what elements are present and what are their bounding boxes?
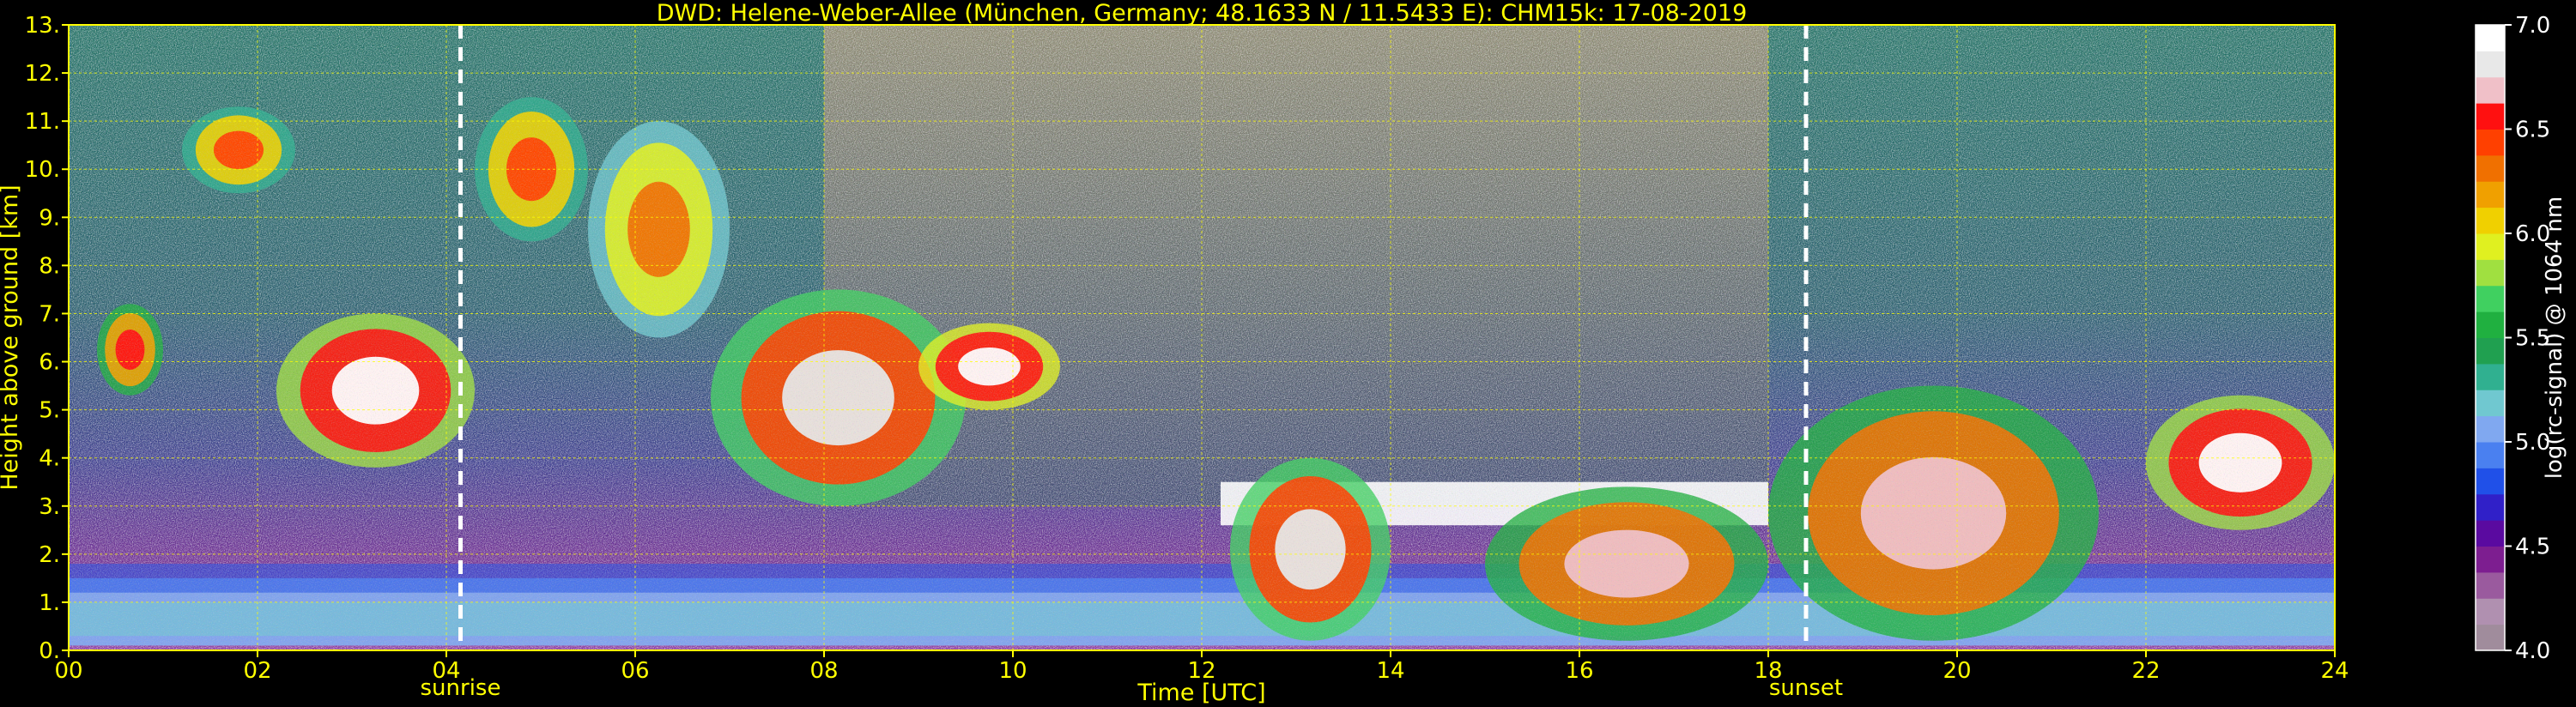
y-tick-label: 4. xyxy=(39,446,60,472)
colorbar-segment xyxy=(2476,546,2505,573)
x-tick-label: 10 xyxy=(998,658,1027,684)
x-tick-label: 16 xyxy=(1565,658,1593,684)
y-tick-label: 13. xyxy=(25,13,60,39)
colorbar-segment xyxy=(2476,598,2505,625)
colorbar-segment xyxy=(2476,207,2505,234)
colorbar-segment xyxy=(2476,337,2505,365)
colorbar-segment xyxy=(2476,624,2505,651)
colorbar-segment xyxy=(2476,285,2505,312)
colorbar-segment xyxy=(2476,51,2505,78)
colorbar-label: log(rc-signal) @ 1064 nm xyxy=(2542,196,2567,479)
colorbar-segment xyxy=(2476,571,2505,599)
colorbar-tick-label: 7.0 xyxy=(2515,13,2550,39)
y-tick-label: 5. xyxy=(39,398,60,424)
y-axis: 0. 1. 2. 3. 4. 5. 6. 7. 8. 9. 10. 11. 12. 13. xyxy=(25,13,69,664)
x-tick-label: 20 xyxy=(1943,658,1971,684)
y-tick-label: 10. xyxy=(25,157,60,183)
colorbar: 4.04.55.05.56.06.57.0 xyxy=(2475,13,2550,664)
colorbar-segment xyxy=(2476,25,2505,51)
colorbar-segment xyxy=(2476,390,2505,417)
colorbar-segment xyxy=(2476,181,2505,208)
colorbar-segment xyxy=(2476,103,2505,130)
x-axis-label: Time [UTC] xyxy=(1136,680,1265,706)
colorbar-tick-label: 4.5 xyxy=(2515,535,2550,560)
colorbar-segment xyxy=(2476,493,2505,521)
x-tick-label: 22 xyxy=(2131,658,2160,684)
colorbar-segment xyxy=(2476,415,2505,443)
x-tick-label: 06 xyxy=(621,658,649,684)
y-tick-label: 11. xyxy=(25,109,60,135)
x-tick-label: 02 xyxy=(243,658,271,684)
x-tick-label: 18 xyxy=(1754,658,1782,684)
y-tick-label: 9. xyxy=(39,205,60,231)
chart-title: DWD: Helene-Weber-Allee (München, German… xyxy=(657,0,1748,27)
lidar-chart: DWD: Helene-Weber-Allee (München, German… xyxy=(0,0,2567,706)
y-tick-label: 1. xyxy=(39,590,60,616)
y-tick-label: 3. xyxy=(39,494,60,520)
y-axis-label: Height above ground [km] xyxy=(0,184,23,490)
y-tick-label: 2. xyxy=(39,542,60,568)
colorbar-segment xyxy=(2476,363,2505,390)
colorbar-segment xyxy=(2476,233,2505,260)
y-tick-label: 12. xyxy=(25,61,60,87)
x-tick-label: 24 xyxy=(2320,658,2349,684)
colorbar-segment xyxy=(2476,154,2505,182)
colorbar-tick-label: 4.0 xyxy=(2515,638,2550,664)
y-tick-label: 0. xyxy=(39,638,60,664)
x-tick-label: 04 xyxy=(432,658,460,684)
x-tick-label: 08 xyxy=(809,658,838,684)
y-tick-label: 8. xyxy=(39,253,60,279)
colorbar-tick-label: 6.5 xyxy=(2515,118,2550,143)
colorbar-segment xyxy=(2476,442,2505,468)
x-tick-label: 14 xyxy=(1376,658,1404,684)
colorbar-segment xyxy=(2476,76,2505,104)
colorbar-segment xyxy=(2476,520,2505,547)
colorbar-segment xyxy=(2476,129,2505,156)
colorbar-segment xyxy=(2476,311,2505,338)
colorbar-segment xyxy=(2476,259,2505,287)
colorbar-segment xyxy=(2476,468,2505,495)
y-tick-label: 6. xyxy=(39,350,60,376)
y-tick-label: 7. xyxy=(39,301,60,327)
